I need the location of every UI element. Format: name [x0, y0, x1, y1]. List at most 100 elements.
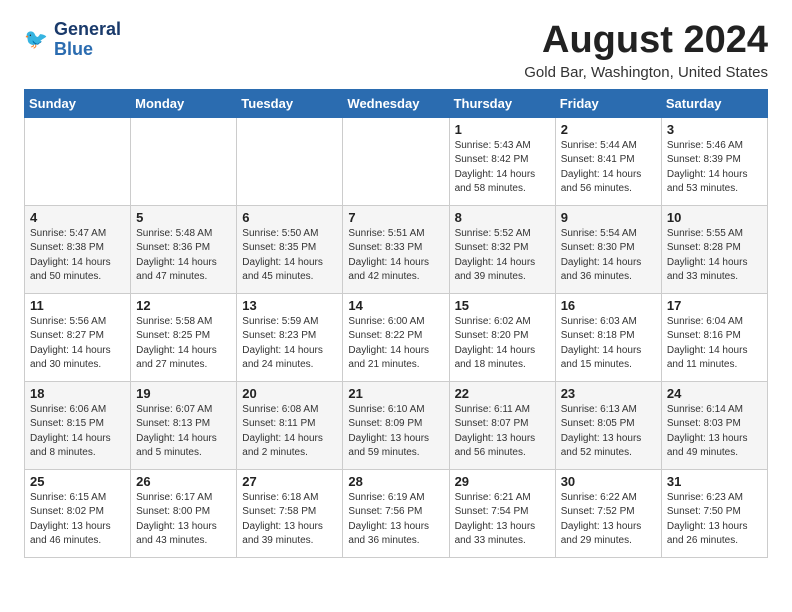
cell-info-text: Sunrise: 5:44 AMSunset: 8:41 PMDaylight:…	[561, 139, 656, 197]
cell-info-text: Sunrise: 5:58 AMSunset: 8:25 PMDaylight:…	[136, 315, 231, 373]
cell-day-number: 14	[348, 298, 443, 313]
cell-info-text: Sunrise: 6:14 AMSunset: 8:03 PMDaylight:…	[667, 403, 762, 461]
calendar-cell-w1-d0	[25, 117, 131, 205]
cell-info-text: Sunrise: 6:15 AMSunset: 8:02 PMDaylight:…	[30, 491, 125, 549]
cell-info-text: Sunrise: 6:21 AMSunset: 7:54 PMDaylight:…	[455, 491, 550, 549]
cell-info-text: Sunrise: 6:10 AMSunset: 8:09 PMDaylight:…	[348, 403, 443, 461]
cell-day-number: 8	[455, 210, 550, 225]
cell-day-number: 27	[242, 474, 337, 489]
calendar-cell-w4-d6: 24 Sunrise: 6:14 AMSunset: 8:03 PMDayligh…	[661, 381, 767, 469]
cell-info-text: Sunrise: 5:50 AMSunset: 8:35 PMDaylight:…	[242, 227, 337, 285]
cell-info-text: Sunrise: 6:06 AMSunset: 8:15 PMDaylight:…	[30, 403, 125, 461]
calendar-cell-w3-d3: 14 Sunrise: 6:00 AMSunset: 8:22 PMDayligh…	[343, 293, 449, 381]
calendar-cell-w2-d6: 10 Sunrise: 5:55 AMSunset: 8:28 PMDayligh…	[661, 205, 767, 293]
week-row-4: 18 Sunrise: 6:06 AMSunset: 8:15 PMDayligh…	[25, 381, 768, 469]
cell-day-number: 23	[561, 386, 656, 401]
svg-text:🐦: 🐦	[24, 29, 48, 50]
calendar-cell-w2-d3: 7 Sunrise: 5:51 AMSunset: 8:33 PMDaylight…	[343, 205, 449, 293]
cell-info-text: Sunrise: 6:11 AMSunset: 8:07 PMDaylight:…	[455, 403, 550, 461]
cell-day-number: 18	[30, 386, 125, 401]
cell-day-number: 20	[242, 386, 337, 401]
calendar-cell-w4-d4: 22 Sunrise: 6:11 AMSunset: 8:07 PMDayligh…	[449, 381, 555, 469]
calendar-cell-w3-d2: 13 Sunrise: 5:59 AMSunset: 8:23 PMDayligh…	[237, 293, 343, 381]
calendar-cell-w2-d5: 9 Sunrise: 5:54 AMSunset: 8:30 PMDaylight…	[555, 205, 661, 293]
calendar-cell-w1-d1	[131, 117, 237, 205]
cell-day-number: 6	[242, 210, 337, 225]
logo: 🐦 General Blue	[24, 20, 121, 60]
cell-day-number: 10	[667, 210, 762, 225]
weekday-header-wednesday: Wednesday	[343, 89, 449, 117]
calendar-cell-w5-d4: 29Sunrise: 6:21 AMSunset: 7:54 PMDayligh…	[449, 469, 555, 557]
cell-day-number: 22	[455, 386, 550, 401]
cell-info-text: Sunrise: 6:02 AMSunset: 8:20 PMDaylight:…	[455, 315, 550, 373]
cell-day-number: 9	[561, 210, 656, 225]
weekday-header-monday: Monday	[131, 89, 237, 117]
logo-text: General Blue	[54, 20, 121, 60]
cell-day-number: 16	[561, 298, 656, 313]
weekday-header-friday: Friday	[555, 89, 661, 117]
cell-day-number: 1	[455, 122, 550, 137]
calendar-cell-w2-d2: 6 Sunrise: 5:50 AMSunset: 8:35 PMDaylight…	[237, 205, 343, 293]
cell-info-text: Sunrise: 5:47 AMSunset: 8:38 PMDaylight:…	[30, 227, 125, 285]
cell-info-text: Sunrise: 5:51 AMSunset: 8:33 PMDaylight:…	[348, 227, 443, 285]
calendar-cell-w1-d2	[237, 117, 343, 205]
cell-info-text: Sunrise: 5:54 AMSunset: 8:30 PMDaylight:…	[561, 227, 656, 285]
calendar-cell-w1-d5: 2 Sunrise: 5:44 AMSunset: 8:41 PMDaylight…	[555, 117, 661, 205]
weekday-header-row: SundayMondayTuesdayWednesdayThursdayFrid…	[25, 89, 768, 117]
cell-day-number: 2	[561, 122, 656, 137]
calendar-cell-w5-d5: 30 Sunrise: 6:22 AMSunset: 7:52 PMDayligh…	[555, 469, 661, 557]
cell-day-number: 19	[136, 386, 231, 401]
calendar-cell-w3-d0: 11Sunrise: 5:56 AMSunset: 8:27 PMDayligh…	[25, 293, 131, 381]
calendar-cell-w3-d1: 12 Sunrise: 5:58 AMSunset: 8:25 PMDayligh…	[131, 293, 237, 381]
cell-info-text: Sunrise: 6:23 AMSunset: 7:50 PMDaylight:…	[667, 491, 762, 549]
calendar-cell-w2-d0: 4 Sunrise: 5:47 AMSunset: 8:38 PMDaylight…	[25, 205, 131, 293]
calendar-cell-w3-d4: 15 Sunrise: 6:02 AMSunset: 8:20 PMDayligh…	[449, 293, 555, 381]
calendar-table: SundayMondayTuesdayWednesdayThursdayFrid…	[24, 89, 768, 558]
cell-day-number: 4	[30, 210, 125, 225]
calendar-cell-w1-d3	[343, 117, 449, 205]
cell-info-text: Sunrise: 6:19 AMSunset: 7:56 PMDaylight:…	[348, 491, 443, 549]
calendar-cell-w4-d0: 18 Sunrise: 6:06 AMSunset: 8:15 PMDayligh…	[25, 381, 131, 469]
cell-day-number: 17	[667, 298, 762, 313]
cell-day-number: 25	[30, 474, 125, 489]
cell-day-number: 24	[667, 386, 762, 401]
cell-info-text: Sunrise: 6:00 AMSunset: 8:22 PMDaylight:…	[348, 315, 443, 373]
main-title: August 2024	[524, 20, 768, 62]
cell-day-number: 7	[348, 210, 443, 225]
cell-day-number: 15	[455, 298, 550, 313]
cell-info-text: Sunrise: 6:07 AMSunset: 8:13 PMDaylight:…	[136, 403, 231, 461]
cell-info-text: Sunrise: 5:52 AMSunset: 8:32 PMDaylight:…	[455, 227, 550, 285]
calendar-cell-w4-d5: 23 Sunrise: 6:13 AMSunset: 8:05 PMDayligh…	[555, 381, 661, 469]
weekday-header-thursday: Thursday	[449, 89, 555, 117]
cell-info-text: Sunrise: 6:22 AMSunset: 7:52 PMDaylight:…	[561, 491, 656, 549]
calendar-header: SundayMondayTuesdayWednesdayThursdayFrid…	[25, 89, 768, 117]
calendar-cell-w5-d6: 31Sunrise: 6:23 AMSunset: 7:50 PMDayligh…	[661, 469, 767, 557]
cell-day-number: 12	[136, 298, 231, 313]
calendar-cell-w5-d2: 27Sunrise: 6:18 AMSunset: 7:58 PMDayligh…	[237, 469, 343, 557]
calendar-cell-w3-d5: 16 Sunrise: 6:03 AMSunset: 8:18 PMDayligh…	[555, 293, 661, 381]
cell-day-number: 13	[242, 298, 337, 313]
weekday-header-tuesday: Tuesday	[237, 89, 343, 117]
cell-info-text: Sunrise: 5:48 AMSunset: 8:36 PMDaylight:…	[136, 227, 231, 285]
cell-day-number: 30	[561, 474, 656, 489]
calendar-cell-w3-d6: 17Sunrise: 6:04 AMSunset: 8:16 PMDayligh…	[661, 293, 767, 381]
logo-bird-icon: 🐦	[24, 26, 52, 54]
title-area: August 2024 Gold Bar, Washington, United…	[524, 20, 768, 81]
cell-info-text: Sunrise: 6:13 AMSunset: 8:05 PMDaylight:…	[561, 403, 656, 461]
cell-info-text: Sunrise: 5:55 AMSunset: 8:28 PMDaylight:…	[667, 227, 762, 285]
week-row-3: 11Sunrise: 5:56 AMSunset: 8:27 PMDayligh…	[25, 293, 768, 381]
cell-day-number: 3	[667, 122, 762, 137]
calendar-cell-w5-d0: 25 Sunrise: 6:15 AMSunset: 8:02 PMDayligh…	[25, 469, 131, 557]
subtitle: Gold Bar, Washington, United States	[524, 64, 768, 81]
calendar-cell-w5-d1: 26Sunrise: 6:17 AMSunset: 8:00 PMDayligh…	[131, 469, 237, 557]
calendar-cell-w4-d2: 20Sunrise: 6:08 AMSunset: 8:11 PMDayligh…	[237, 381, 343, 469]
header: 🐦 General Blue August 2024 Gold Bar, Was…	[24, 20, 768, 81]
cell-info-text: Sunrise: 5:59 AMSunset: 8:23 PMDaylight:…	[242, 315, 337, 373]
week-row-5: 25 Sunrise: 6:15 AMSunset: 8:02 PMDayligh…	[25, 469, 768, 557]
calendar-cell-w2-d4: 8 Sunrise: 5:52 AMSunset: 8:32 PMDaylight…	[449, 205, 555, 293]
cell-info-text: Sunrise: 5:46 AMSunset: 8:39 PMDaylight:…	[667, 139, 762, 197]
weekday-header-sunday: Sunday	[25, 89, 131, 117]
calendar-cell-w4-d1: 19 Sunrise: 6:07 AMSunset: 8:13 PMDayligh…	[131, 381, 237, 469]
cell-info-text: Sunrise: 6:03 AMSunset: 8:18 PMDaylight:…	[561, 315, 656, 373]
calendar-cell-w4-d3: 21Sunrise: 6:10 AMSunset: 8:09 PMDayligh…	[343, 381, 449, 469]
